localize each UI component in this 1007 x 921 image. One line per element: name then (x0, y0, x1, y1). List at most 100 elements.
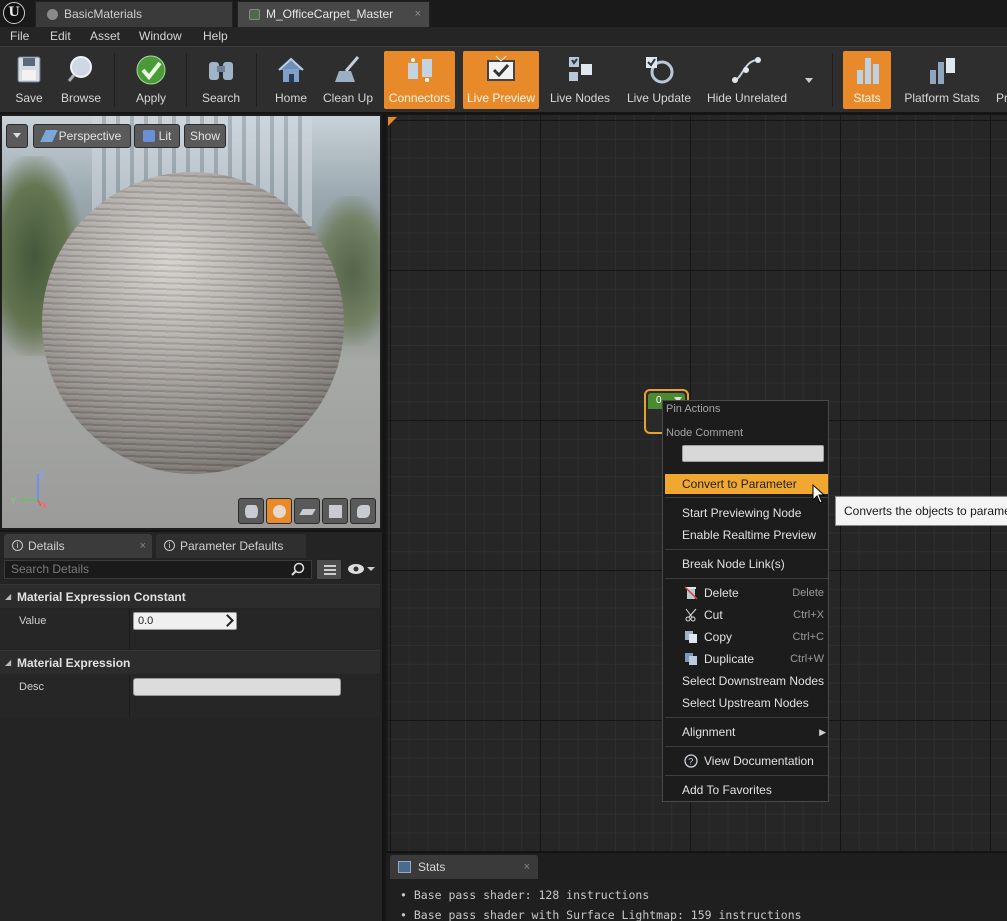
menu-item-select-upstream-nodes[interactable]: Select Upstream Nodes (665, 693, 828, 713)
close-icon[interactable]: × (140, 534, 146, 558)
node-comment-input[interactable] (682, 445, 824, 462)
live-update-label: Live Update (626, 91, 692, 105)
menu-window[interactable]: Window (139, 29, 182, 43)
close-icon[interactable]: × (524, 855, 530, 879)
search-details-input[interactable]: Search Details (4, 560, 312, 579)
menu-item-select-downstream-nodes[interactable]: Select Downstream Nodes (665, 671, 828, 691)
menu-item-add-to-favorites[interactable]: Add To Favorites (665, 780, 828, 800)
browse-button[interactable]: Browse (56, 51, 106, 109)
binoculars-icon (209, 62, 233, 80)
menu-item-break-node-links[interactable]: Break Node Link(s) (665, 554, 828, 574)
search-button[interactable]: Search (194, 51, 248, 109)
menu-item-duplicate[interactable]: Duplicate Ctrl+W (665, 649, 828, 669)
stats-tab-icon (398, 861, 411, 873)
search-icon (291, 562, 305, 576)
home-button[interactable]: Home (266, 51, 316, 109)
preview-viewport[interactable]: Perspective Lit Show Z Y X (0, 114, 382, 530)
tab-basic-materials[interactable]: BasicMaterials (35, 1, 233, 27)
tab-stats[interactable]: Stats × (390, 855, 538, 879)
category-material-expression[interactable]: ◢ Material Expression (0, 650, 380, 674)
chevron-down-icon (13, 133, 21, 138)
clean-up-button[interactable]: Clean Up (320, 51, 376, 109)
menu-item-alignment[interactable]: Alignment ▶ (665, 722, 828, 742)
live-nodes-button[interactable]: Live Nodes (546, 51, 614, 109)
viewport-options-button[interactable] (6, 124, 28, 148)
menu-item-label: Select Upstream Nodes (682, 696, 809, 710)
menu-separator (665, 717, 828, 718)
title-bar: U BasicMaterials M_OfficeCarpet_Master × (0, 0, 1007, 27)
platform-stats-button[interactable]: Platform Stats (899, 51, 985, 109)
list-view-button[interactable] (316, 559, 342, 580)
menu-item-copy[interactable]: Copy Ctrl+C (665, 627, 828, 647)
perspective-button[interactable]: Perspective (33, 124, 131, 148)
stats-label: Stats (853, 91, 881, 105)
menu-help[interactable]: Help (203, 29, 228, 43)
menu-file[interactable]: File (10, 29, 29, 43)
connectors-button[interactable]: Connectors (384, 51, 455, 109)
desc-field[interactable] (133, 678, 341, 696)
toolbar-overflow-button[interactable] (797, 51, 821, 109)
platform-stats-label: Platform Stats (904, 91, 980, 105)
column-divider[interactable] (129, 609, 130, 651)
shortcut-label: Ctrl+C (792, 631, 824, 643)
constant-node-value: 0 (656, 395, 662, 406)
category-title: Material Expression (17, 656, 131, 670)
parameter-defaults-tab-label: Parameter Defaults (180, 539, 284, 553)
unreal-logo-icon[interactable]: U (3, 2, 25, 24)
details-tab-label: Details (28, 539, 65, 553)
info-icon: i (164, 540, 175, 551)
menu-item-label: Copy (704, 630, 733, 644)
menu-item-start-previewing-node[interactable]: Start Previewing Node (665, 503, 828, 523)
stats-panel: Stats × • Base pass shader: 128 instruct… (386, 852, 1007, 921)
asset-tab-icon (47, 9, 58, 20)
menu-item-view-documentation[interactable]: ? View Documentation (665, 751, 828, 771)
show-button[interactable]: Show (184, 124, 226, 148)
tab-m-officecarpet-master[interactable]: M_OfficeCarpet_Master × (237, 1, 430, 27)
menu-item-delete[interactable]: Delete Delete (665, 583, 828, 603)
toolbar: Save Browse Apply Search Home Clean Up C… (0, 46, 1007, 112)
preview-cube-button[interactable] (322, 498, 348, 524)
preview-plane-button[interactable] (294, 498, 320, 524)
column-divider[interactable] (129, 675, 130, 717)
preview-overflow-button[interactable]: Pr (990, 51, 1007, 109)
menu-asset[interactable]: Asset (90, 29, 120, 43)
preview-cylinder-button[interactable] (238, 498, 264, 524)
lit-button[interactable]: Lit (134, 124, 180, 148)
live-update-button[interactable]: Live Update (622, 51, 696, 109)
hide-unrelated-button[interactable]: Hide Unrelated (703, 51, 791, 109)
house-icon (278, 57, 304, 82)
preview-custom-mesh-button[interactable] (350, 498, 376, 524)
tab-details[interactable]: i Details × (4, 534, 152, 558)
chevron-right-icon: ▶ (819, 727, 826, 737)
apply-button[interactable]: Apply (124, 51, 178, 109)
menu-item-label: Delete (704, 586, 739, 600)
category-material-expression-constant[interactable]: ◢ Material Expression Constant (0, 584, 380, 608)
menu-item-cut[interactable]: Cut Ctrl+X (665, 605, 828, 625)
shortcut-label: Ctrl+X (793, 609, 824, 621)
tab-parameter-defaults[interactable]: i Parameter Defaults (156, 534, 306, 558)
duplicate-icon (685, 653, 697, 665)
save-label: Save (15, 91, 43, 105)
save-button[interactable]: Save (4, 51, 54, 109)
visibility-filter-button[interactable] (346, 559, 380, 580)
sphere-icon (273, 505, 286, 518)
show-label: Show (189, 129, 221, 143)
shortcut-label: Delete (792, 587, 824, 599)
apply-label: Apply (135, 91, 167, 105)
desc-property-label: Desc (19, 681, 45, 693)
menu-edit[interactable]: Edit (50, 29, 71, 43)
shortcut-label: Ctrl+W (790, 653, 824, 665)
live-preview-button[interactable]: Live Preview (463, 51, 539, 109)
value-field[interactable]: 0.0 (133, 612, 237, 630)
menu-item-enable-realtime-preview[interactable]: Enable Realtime Preview (665, 525, 828, 545)
context-menu: Pin Actions Node Comment Convert to Para… (662, 400, 829, 802)
live-preview-label: Live Preview (466, 91, 536, 105)
spin-arrow-icon[interactable] (221, 614, 234, 627)
close-icon[interactable]: × (415, 2, 421, 26)
menu-item-convert-to-parameter[interactable]: Convert to Parameter (665, 474, 828, 494)
axis-z-label: Z (39, 470, 45, 481)
stats-button[interactable]: Stats (843, 51, 891, 109)
lit-label: Lit (158, 129, 172, 143)
preview-sphere-button[interactable] (266, 498, 292, 524)
menu-item-label: View Documentation (704, 754, 814, 768)
